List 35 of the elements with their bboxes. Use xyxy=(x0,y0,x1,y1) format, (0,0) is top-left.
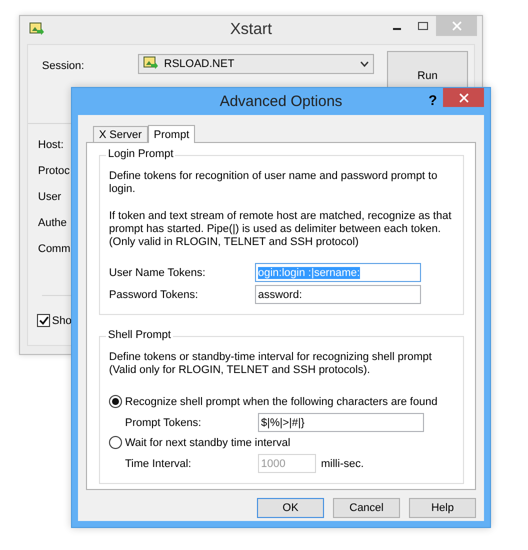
input-field[interactable]: assword: xyxy=(255,285,421,304)
input-field[interactable]: $|%|>|#|} xyxy=(258,413,424,432)
tab[interactable]: Prompt xyxy=(148,125,196,143)
field-label: Comm xyxy=(38,243,70,255)
dialog-button[interactable]: Cancel xyxy=(333,498,400,518)
field-label: Password Tokens: xyxy=(109,288,200,300)
field-label: Protoc xyxy=(38,165,70,177)
dialog-title: Advanced Options xyxy=(220,93,342,110)
group-title: Login Prompt xyxy=(106,148,176,160)
session-label: Session: xyxy=(42,59,86,72)
radio-label: Wait for next standby time interval xyxy=(125,436,290,448)
field-label: Authe xyxy=(38,217,67,229)
description-text: Define tokens or standby-time interval for recognizing shell prompt (Valid only for RLOGIN, TELNET and SSH protocols). xyxy=(109,351,433,377)
session-icon xyxy=(143,56,159,70)
field-label: User Name Tokens: xyxy=(109,266,206,278)
field-label: User xyxy=(38,191,62,203)
app-icon xyxy=(29,22,45,36)
unit-label: milli-sec. xyxy=(321,458,364,470)
tab[interactable]: X Server xyxy=(93,126,148,142)
window-title: Xstart xyxy=(230,21,272,39)
radio-label: Recognize shell prompt when the following characters are found xyxy=(125,396,438,408)
checkbox-label: Sho xyxy=(52,314,72,326)
radio-button[interactable] xyxy=(109,395,122,408)
description-text: Define tokens for recognition of user name and password prompt to login. xyxy=(109,170,438,196)
field-label: Prompt Tokens: xyxy=(125,416,202,428)
session-dropdown[interactable]: RSLOAD.NET xyxy=(138,54,374,74)
group-title: Shell Prompt xyxy=(106,329,173,341)
field-label: Host: xyxy=(38,139,64,151)
chevron-icon xyxy=(360,61,369,67)
field-label: Time Interval: xyxy=(125,458,192,470)
checkbox[interactable] xyxy=(37,314,50,327)
close-icon[interactable] xyxy=(443,88,484,107)
dialog-button[interactable]: OK xyxy=(257,498,324,518)
note-text: If token and text stream of remote host are matched, recognize as that prompt has started. Pipe(|) is used as delimiter between each token. (Only valid in RLOGIN, TELNET and SSH protocol) xyxy=(109,210,452,249)
dialog-button[interactable]: Help xyxy=(409,498,476,518)
